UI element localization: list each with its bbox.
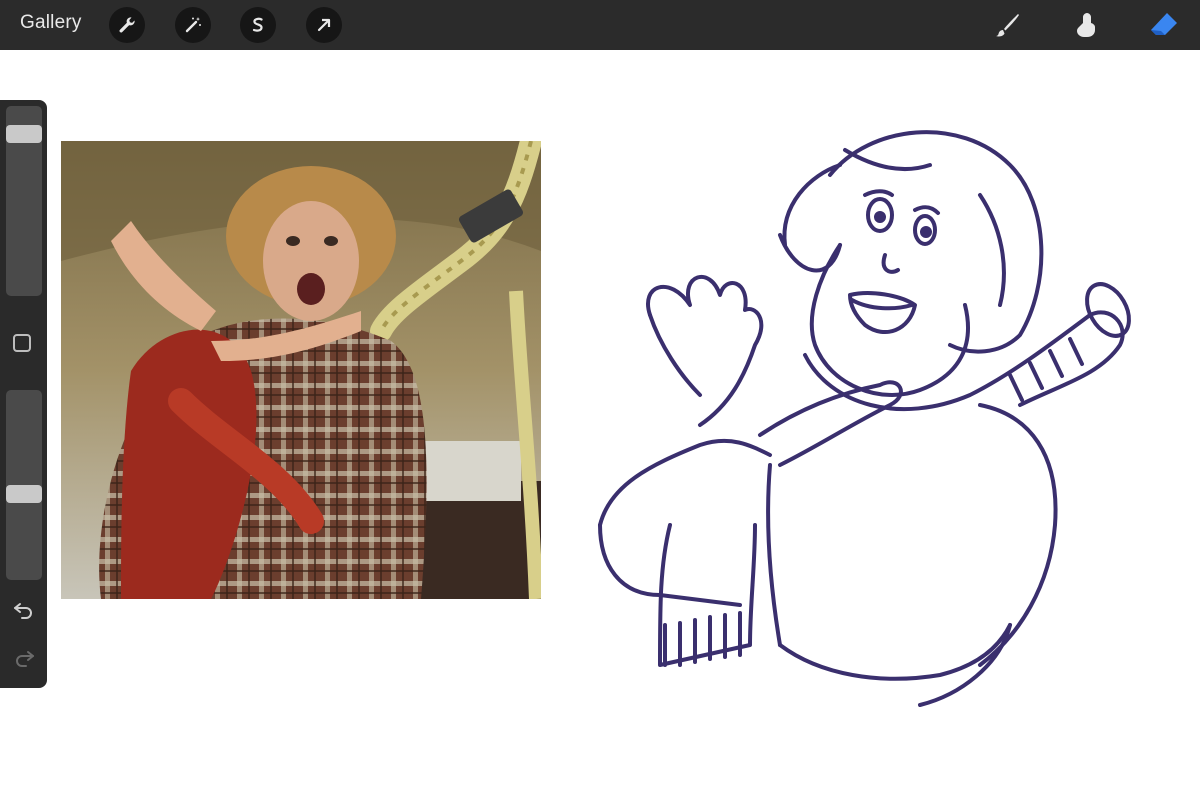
redo-button[interactable] (12, 648, 36, 668)
wrench-icon (119, 17, 135, 33)
redo-icon (16, 651, 34, 667)
brush-size-thumb[interactable] (6, 125, 42, 143)
eraser-tool-button[interactable] (1146, 8, 1182, 42)
top-toolbar: Gallery (0, 0, 1200, 50)
eraser-icon (1151, 13, 1177, 35)
selection-icon (252, 17, 263, 32)
transform-button[interactable] (306, 7, 342, 43)
actions-button[interactable] (109, 7, 145, 43)
magic-wand-icon (185, 17, 201, 33)
transform-arrow-icon (317, 18, 331, 32)
opacity-thumb[interactable] (6, 485, 42, 503)
brush-icon (996, 14, 1019, 37)
adjustments-button[interactable] (175, 7, 211, 43)
undo-button[interactable] (12, 600, 36, 620)
selection-button[interactable] (240, 7, 276, 43)
reference-photo (61, 141, 541, 599)
smudge-tool-button[interactable] (1068, 8, 1104, 42)
brush-size-slider[interactable] (6, 106, 42, 296)
brush-tool-button[interactable] (990, 8, 1026, 42)
gallery-button[interactable]: Gallery (20, 12, 82, 34)
sidebar (0, 100, 47, 688)
undo-icon (14, 603, 32, 619)
modify-button[interactable] (13, 334, 31, 352)
smudge-icon (1077, 13, 1095, 37)
opacity-slider[interactable] (6, 390, 42, 580)
character-sketch (580, 105, 1180, 735)
